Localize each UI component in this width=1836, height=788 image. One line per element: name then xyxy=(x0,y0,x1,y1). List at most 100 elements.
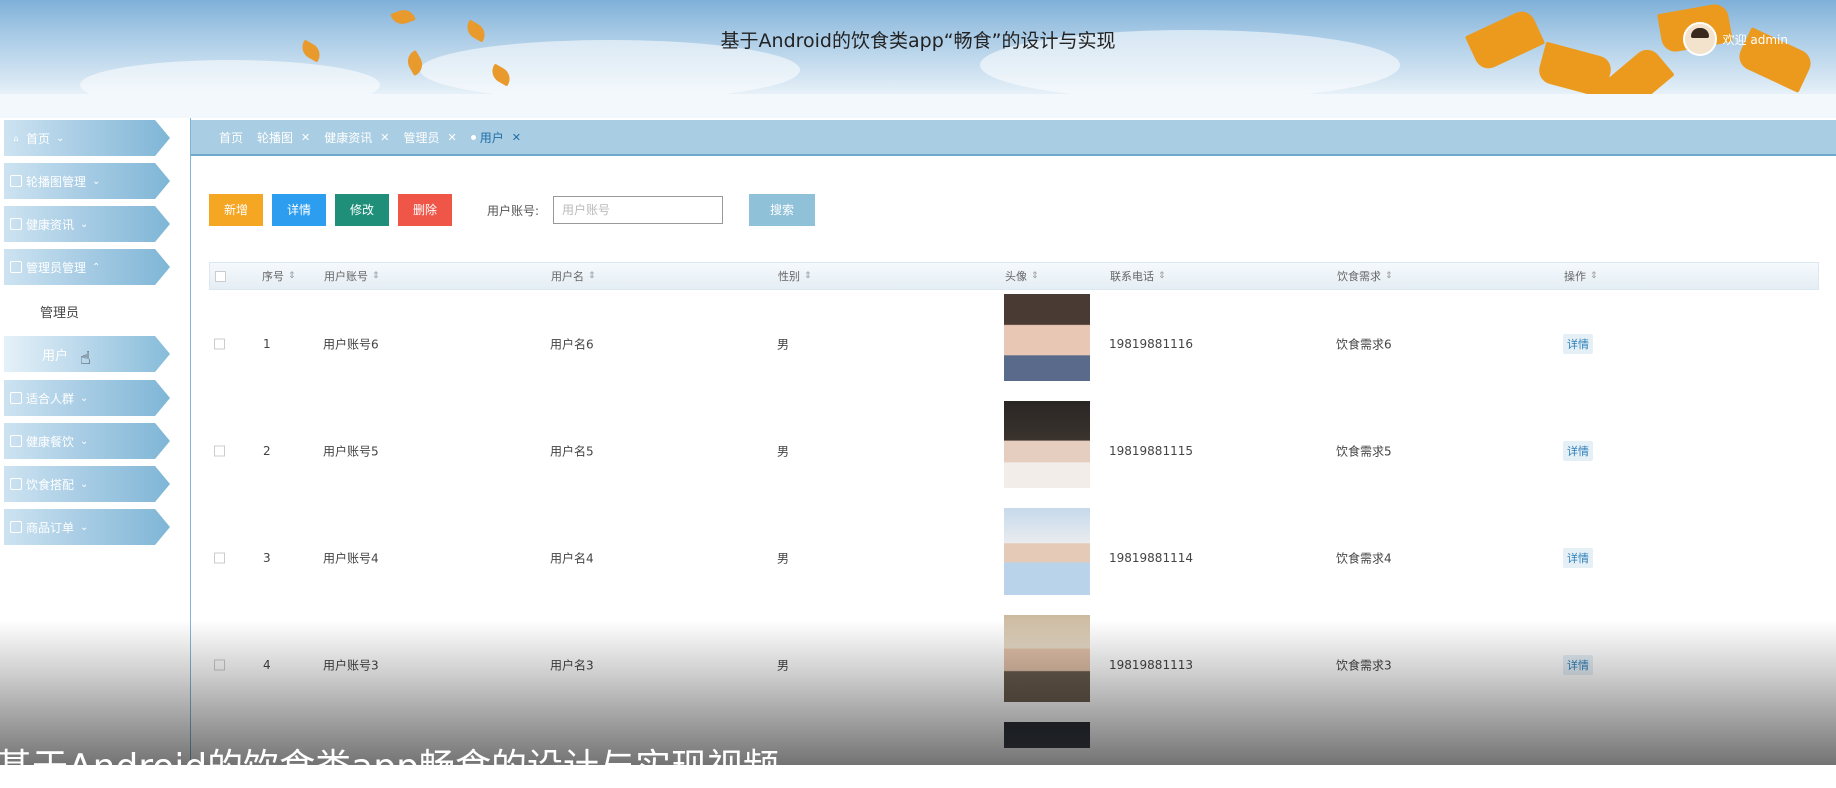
cell-phone: 19819881115 xyxy=(1109,443,1193,458)
cell-diet-need: 饮食需求4 xyxy=(1336,551,1392,565)
tab-label: 轮播图 xyxy=(257,130,294,145)
tab-label: 首页 xyxy=(219,130,244,145)
cell-index: 3 xyxy=(263,550,271,565)
video-caption: 基于Android的饮食类app畅食的设计与实现视频 xyxy=(0,747,779,788)
tab-label: 用户 xyxy=(479,130,504,145)
sidebar-item-label: 首页 xyxy=(26,131,51,146)
sidebar-item-admin-management[interactable]: 管理员管理 ⌃ xyxy=(4,249,170,285)
user-avatar-image xyxy=(1004,294,1090,381)
column-header-label: 头像 xyxy=(1005,270,1027,283)
detail-button[interactable]: 详情 xyxy=(272,194,326,226)
column-header-phone[interactable]: 联系电话 ⇕ xyxy=(1110,268,1166,284)
sort-icon[interactable]: ⇕ xyxy=(1031,271,1039,281)
sidebar-item-health-news[interactable]: 健康资讯 ⌄ xyxy=(4,206,170,242)
sort-icon[interactable]: ⇕ xyxy=(1385,271,1393,281)
column-header-name[interactable]: 用户名 ⇕ xyxy=(551,268,596,284)
sidebar-item-banner-management[interactable]: 轮播图管理 ⌄ xyxy=(4,163,170,199)
sidebar-subitem-label: 用户 xyxy=(42,348,69,364)
delete-button[interactable]: 删除 xyxy=(398,194,452,226)
cell-phone: 19819881113 xyxy=(1109,657,1193,672)
sidebar-item-product-orders[interactable]: 商品订单 ⌄ xyxy=(4,509,170,545)
row-detail-link[interactable]: 详情 xyxy=(1563,654,1593,675)
toolbar: 新增 详情 修改 删除 用户账号: 搜索 xyxy=(209,194,824,226)
row-checkbox[interactable] xyxy=(214,659,225,670)
tab-health-news[interactable]: 健康资讯 ✕ xyxy=(324,129,389,146)
close-icon[interactable]: ✕ xyxy=(380,131,389,144)
search-button[interactable]: 搜索 xyxy=(749,194,816,226)
sidebar-item-diet-pairing[interactable]: 饮食搭配 ⌄ xyxy=(4,466,170,502)
search-input[interactable] xyxy=(553,196,724,224)
column-header-gender[interactable]: 性别 ⇕ xyxy=(778,268,812,284)
user-menu[interactable]: 欢迎 admin xyxy=(1682,22,1788,56)
row-detail-link[interactable]: 详情 xyxy=(1563,333,1593,354)
sort-icon[interactable]: ⇕ xyxy=(288,271,296,281)
sort-icon[interactable]: ⇕ xyxy=(1158,271,1166,281)
cell-gender: 男 xyxy=(777,551,790,565)
add-button[interactable]: 新增 xyxy=(209,194,263,226)
chevron-down-icon: ⌄ xyxy=(80,392,89,404)
column-header-account[interactable]: 用户账号 ⇕ xyxy=(324,268,380,284)
shop-icon xyxy=(10,521,22,533)
table-row xyxy=(209,718,1819,748)
column-header-label: 序号 xyxy=(262,270,284,283)
cell-diet-need: 饮食需求3 xyxy=(1336,658,1392,672)
cell-index: 2 xyxy=(263,443,271,458)
search-label: 用户账号: xyxy=(487,203,540,218)
select-all-checkbox[interactable] xyxy=(215,270,226,282)
row-checkbox[interactable] xyxy=(214,445,225,456)
chevron-down-icon: ⌄ xyxy=(80,478,89,490)
column-header-label: 用户账号 xyxy=(324,270,368,283)
cell-phone: 19819881114 xyxy=(1109,550,1193,565)
column-header-index[interactable]: 序号 ⇕ xyxy=(262,268,296,284)
column-header-avatar[interactable]: 头像 ⇕ xyxy=(1005,268,1039,284)
table-row: 1 用户账号6 用户名6 男 19819881116 饮食需求6 详情 xyxy=(209,290,1819,397)
chevron-down-icon: ⌄ xyxy=(80,218,89,230)
list-icon xyxy=(10,392,22,404)
hand-cursor-icon: ☝ xyxy=(80,348,91,369)
cell-account: 用户账号6 xyxy=(323,337,379,351)
column-header-label: 饮食需求 xyxy=(1337,270,1381,283)
tab-admin[interactable]: 管理员 ✕ xyxy=(403,129,456,146)
grid-icon xyxy=(10,478,22,490)
chevron-down-icon: ⌄ xyxy=(56,132,65,144)
close-icon[interactable]: ✕ xyxy=(512,131,521,144)
chevron-down-icon: ⌄ xyxy=(80,521,89,533)
app-header: 基于Android的饮食类app“畅食”的设计与实现 欢迎 admin xyxy=(0,0,1836,118)
close-icon[interactable]: ✕ xyxy=(448,131,457,144)
cell-index: 4 xyxy=(263,657,271,672)
sidebar-item-label: 健康资讯 xyxy=(26,217,75,232)
header-divider xyxy=(0,94,1836,118)
close-icon[interactable]: ✕ xyxy=(301,131,310,144)
folder-icon xyxy=(10,261,22,273)
tab-banner[interactable]: 轮播图 ✕ xyxy=(257,129,310,146)
sidebar-item-healthy-meals[interactable]: 健康餐饮 ⌄ xyxy=(4,423,170,459)
tab-home[interactable]: 首页 xyxy=(219,129,243,146)
sort-icon[interactable]: ⇕ xyxy=(372,271,380,281)
sidebar-subitem-admin[interactable]: 管理员 xyxy=(40,302,79,321)
sidebar-item-home[interactable]: ⌂ 首页 ⌄ xyxy=(4,120,170,156)
table-row: 3 用户账号4 用户名4 男 19819881114 饮食需求4 详情 xyxy=(209,504,1819,611)
sidebar-item-label: 轮播图管理 xyxy=(26,174,87,189)
row-checkbox[interactable] xyxy=(214,552,225,563)
tab-user[interactable]: 用户 ✕ xyxy=(471,129,521,146)
user-avatar-image xyxy=(1004,615,1090,702)
table-row: 2 用户账号5 用户名5 男 19819881115 饮食需求5 详情 xyxy=(209,397,1819,504)
column-header-action[interactable]: 操作 ⇕ xyxy=(1564,268,1598,284)
sort-icon[interactable]: ⇕ xyxy=(588,271,596,281)
cell-account: 用户账号4 xyxy=(323,551,379,565)
sort-icon[interactable]: ⇕ xyxy=(804,271,812,281)
cell-name: 用户名3 xyxy=(550,658,594,672)
row-checkbox[interactable] xyxy=(214,338,225,349)
edit-button[interactable]: 修改 xyxy=(335,194,389,226)
column-header-label: 联系电话 xyxy=(1110,270,1154,283)
user-avatar-image xyxy=(1004,401,1090,488)
tab-label: 健康资讯 xyxy=(324,130,373,145)
column-header-diet-need[interactable]: 饮食需求 ⇕ xyxy=(1337,268,1393,284)
row-detail-link[interactable]: 详情 xyxy=(1563,547,1593,568)
row-detail-link[interactable]: 详情 xyxy=(1563,440,1593,461)
sort-icon[interactable]: ⇕ xyxy=(1590,271,1598,281)
cell-name: 用户名4 xyxy=(550,551,594,565)
chevron-down-icon: ⌄ xyxy=(80,435,89,447)
sidebar-item-target-groups[interactable]: 适合人群 ⌄ xyxy=(4,380,170,416)
list-icon xyxy=(10,435,22,447)
